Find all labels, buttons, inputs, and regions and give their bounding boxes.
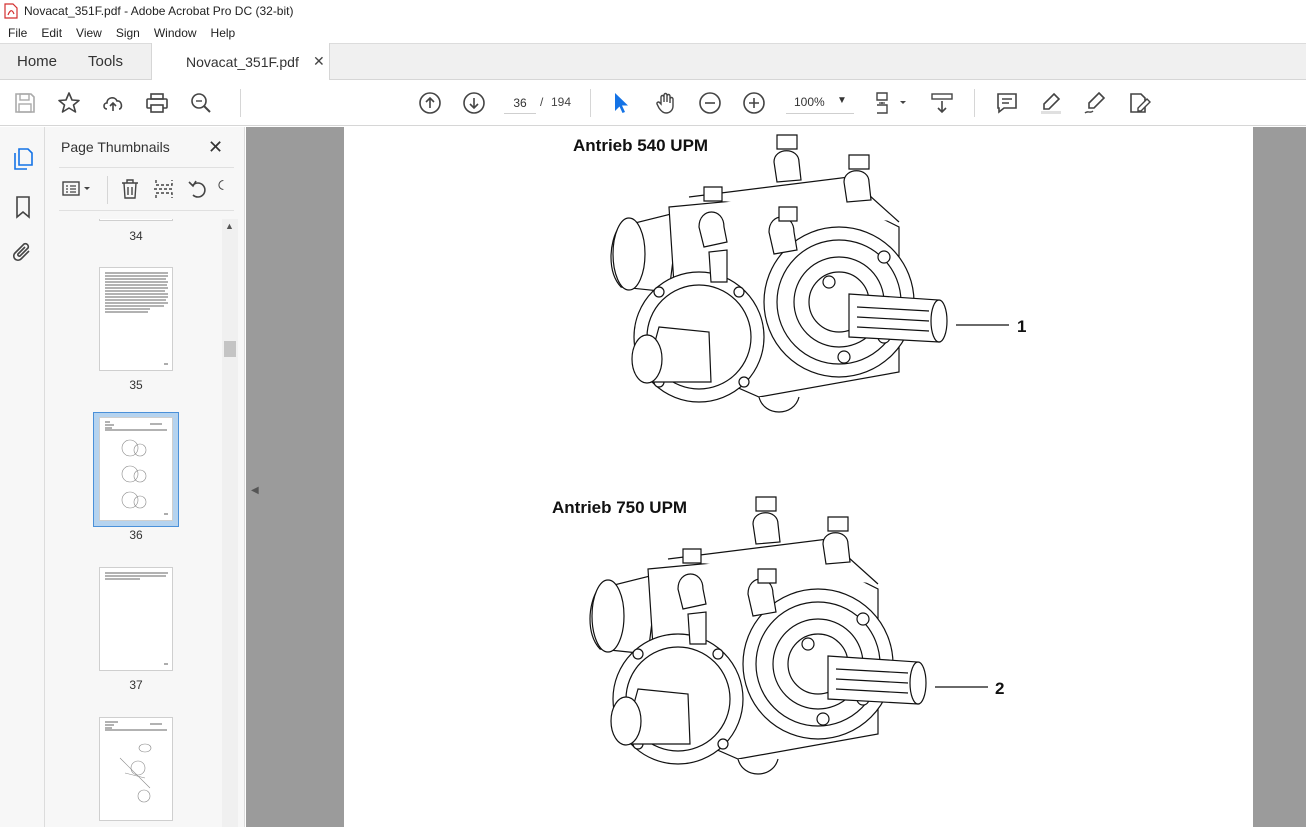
highlight-icon[interactable] [1039,91,1063,115]
close-panel-icon[interactable]: ✕ [208,137,223,158]
search-zoom-icon[interactable] [189,91,213,115]
print-icon[interactable] [145,91,169,115]
toolbar-divider [974,89,975,117]
page-thumbnails-icon[interactable] [11,147,35,171]
total-pages: 194 [551,95,572,109]
chevron-down-icon: ▼ [837,95,847,106]
thumbnails-panel: Page Thumbnails ✕ 34 35 36 37 ▲ [45,127,245,827]
menu-view[interactable]: View [68,26,108,40]
menu-help[interactable]: Help [203,26,242,40]
rotate-right-icon[interactable] [217,178,231,200]
thumbnail-preview [105,572,168,665]
menu-file[interactable]: File [0,26,33,40]
document-viewer[interactable]: ◀ Antrieb 540 UPM Antrieb 750 UPM 1 2 [246,127,1306,827]
toolbar-divider [590,89,591,117]
pdf-page: Antrieb 540 UPM Antrieb 750 UPM 1 2 [344,127,1253,827]
zoom-in-icon[interactable] [742,91,766,115]
upload-icon[interactable] [101,91,125,115]
page-down-icon[interactable] [462,91,486,115]
page-separator: / [540,95,544,109]
thumbnail-page-37[interactable] [99,567,173,671]
scroll-up-icon[interactable]: ▲ [225,221,234,231]
edit-pdf-icon[interactable] [1127,91,1151,115]
thumbnail-options-icon[interactable] [61,178,93,200]
close-tab-icon[interactable]: ✕ [313,53,325,70]
thumbnail-label: 35 [129,378,143,392]
thumbnail-label: 36 [129,528,143,542]
main-toolbar: / 194 100% ▼ [0,80,1306,126]
scroll-thumb[interactable] [224,341,236,357]
thumbnail-page-38[interactable] [99,717,173,821]
panel-title: Page Thumbnails [61,139,170,155]
extract-pages-icon[interactable] [153,178,175,200]
page-up-icon[interactable] [418,91,442,115]
panel-divider [107,176,108,204]
save-icon[interactable] [13,91,37,115]
thumbnail-label: 37 [129,678,143,692]
zoom-out-icon[interactable] [698,91,722,115]
trash-icon[interactable] [119,178,141,200]
zoom-value: 100% [794,95,825,109]
toolbar-divider [240,89,241,117]
thumbnail-preview [105,272,168,365]
collapse-panel-icon[interactable]: ◀ [251,485,259,496]
window-title: Novacat_351F.pdf - Adobe Acrobat Pro DC … [24,4,294,18]
gearbox-illustration-2 [589,496,988,775]
thumbnail-preview [105,421,168,515]
menu-edit[interactable]: Edit [33,26,68,40]
select-cursor-icon[interactable] [609,91,633,115]
thumbnail-page-34[interactable] [99,219,173,221]
tab-home[interactable]: Home [17,53,57,70]
zoom-select[interactable]: 100% ▼ [786,92,854,114]
left-nav-rail [0,127,45,827]
menu-sign[interactable]: Sign [108,26,146,40]
comment-icon[interactable] [995,91,1019,115]
hand-icon[interactable] [654,91,678,115]
gearbox-illustration-1 [610,134,1009,413]
title-bar: Novacat_351F.pdf - Adobe Acrobat Pro DC … [0,0,1306,22]
page-fit-icon[interactable] [874,91,910,115]
thumbnail-toolbar [59,167,234,211]
tab-bar: Home Tools Novacat_351F.pdf ✕ [0,43,1306,81]
thumbnail-scrollbar[interactable]: ▲ [222,219,238,827]
callout-2: 2 [995,679,1005,698]
tab-tools[interactable]: Tools [88,53,123,70]
menu-window[interactable]: Window [146,26,203,40]
attachment-icon[interactable] [11,240,35,264]
page-number-input[interactable] [504,92,536,114]
tab-document-label: Novacat_351F.pdf [186,54,299,70]
bookmark-icon[interactable] [11,195,35,219]
thumbnail-label: 34 [129,229,143,243]
thumbnail-list: 34 35 36 37 [45,219,222,827]
rotate-left-icon[interactable] [187,178,209,200]
scroll-mode-icon[interactable] [930,91,954,115]
acrobat-pdf-icon [4,3,18,19]
thumbnail-page-36[interactable] [99,417,173,521]
thumbnail-preview [105,721,167,803]
menu-bar: File Edit View Sign Window Help [0,22,1306,43]
callout-1: 1 [1017,317,1027,336]
tab-document[interactable]: Novacat_351F.pdf ✕ [151,43,330,81]
sign-icon[interactable] [1083,91,1107,115]
star-icon[interactable] [57,91,81,115]
thumbnail-page-35[interactable] [99,267,173,371]
